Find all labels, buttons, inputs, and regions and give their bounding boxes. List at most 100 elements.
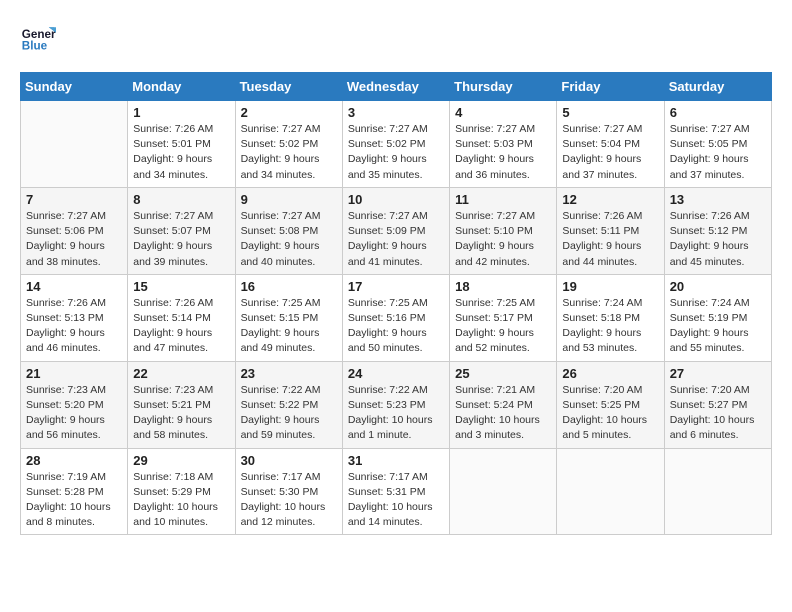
day-info: Sunrise: 7:22 AM Sunset: 5:23 PM Dayligh… <box>348 383 444 444</box>
day-info: Sunrise: 7:26 AM Sunset: 5:12 PM Dayligh… <box>670 209 766 270</box>
calendar-cell: 4 Sunrise: 7:27 AM Sunset: 5:03 PM Daylig… <box>450 101 557 188</box>
logo-icon: General Blue <box>20 20 56 56</box>
day-info: Sunrise: 7:27 AM Sunset: 5:02 PM Dayligh… <box>241 122 337 183</box>
day-number: 11 <box>455 192 551 207</box>
day-info: Sunrise: 7:27 AM Sunset: 5:08 PM Dayligh… <box>241 209 337 270</box>
day-info: Sunrise: 7:19 AM Sunset: 5:28 PM Dayligh… <box>26 470 122 531</box>
day-info: Sunrise: 7:27 AM Sunset: 5:05 PM Dayligh… <box>670 122 766 183</box>
day-info: Sunrise: 7:20 AM Sunset: 5:27 PM Dayligh… <box>670 383 766 444</box>
calendar-cell: 19 Sunrise: 7:24 AM Sunset: 5:18 PM Dayli… <box>557 274 664 361</box>
calendar-cell: 15 Sunrise: 7:26 AM Sunset: 5:14 PM Dayli… <box>128 274 235 361</box>
calendar-cell: 8 Sunrise: 7:27 AM Sunset: 5:07 PM Daylig… <box>128 187 235 274</box>
day-info: Sunrise: 7:27 AM Sunset: 5:07 PM Dayligh… <box>133 209 229 270</box>
calendar-cell: 7 Sunrise: 7:27 AM Sunset: 5:06 PM Daylig… <box>21 187 128 274</box>
calendar-cell: 1 Sunrise: 7:26 AM Sunset: 5:01 PM Daylig… <box>128 101 235 188</box>
day-number: 17 <box>348 279 444 294</box>
calendar-cell <box>450 448 557 535</box>
day-number: 25 <box>455 366 551 381</box>
col-header-friday: Friday <box>557 73 664 101</box>
day-info: Sunrise: 7:26 AM Sunset: 5:14 PM Dayligh… <box>133 296 229 357</box>
logo: General Blue <box>20 20 56 56</box>
calendar-cell: 12 Sunrise: 7:26 AM Sunset: 5:11 PM Dayli… <box>557 187 664 274</box>
calendar-cell <box>21 101 128 188</box>
svg-text:Blue: Blue <box>22 40 48 53</box>
day-number: 7 <box>26 192 122 207</box>
day-number: 8 <box>133 192 229 207</box>
day-number: 21 <box>26 366 122 381</box>
day-info: Sunrise: 7:24 AM Sunset: 5:19 PM Dayligh… <box>670 296 766 357</box>
calendar-cell: 23Sunrise: 7:22 AM Sunset: 5:22 PM Dayli… <box>235 361 342 448</box>
day-number: 31 <box>348 453 444 468</box>
day-number: 3 <box>348 105 444 120</box>
calendar-cell: 26 Sunrise: 7:20 AM Sunset: 5:25 PM Dayli… <box>557 361 664 448</box>
col-header-saturday: Saturday <box>664 73 771 101</box>
day-number: 30 <box>241 453 337 468</box>
day-info: Sunrise: 7:25 AM Sunset: 5:16 PM Dayligh… <box>348 296 444 357</box>
calendar-cell: 13Sunrise: 7:26 AM Sunset: 5:12 PM Dayli… <box>664 187 771 274</box>
calendar-cell: 22 Sunrise: 7:23 AM Sunset: 5:21 PM Dayli… <box>128 361 235 448</box>
day-number: 20 <box>670 279 766 294</box>
day-number: 22 <box>133 366 229 381</box>
day-number: 6 <box>670 105 766 120</box>
day-info: Sunrise: 7:26 AM Sunset: 5:11 PM Dayligh… <box>562 209 658 270</box>
day-number: 29 <box>133 453 229 468</box>
calendar-cell: 21 Sunrise: 7:23 AM Sunset: 5:20 PM Dayli… <box>21 361 128 448</box>
calendar-cell: 16Sunrise: 7:25 AM Sunset: 5:15 PM Dayli… <box>235 274 342 361</box>
col-header-tuesday: Tuesday <box>235 73 342 101</box>
day-number: 4 <box>455 105 551 120</box>
calendar-cell: 9 Sunrise: 7:27 AM Sunset: 5:08 PM Daylig… <box>235 187 342 274</box>
day-info: Sunrise: 7:25 AM Sunset: 5:17 PM Dayligh… <box>455 296 551 357</box>
day-info: Sunrise: 7:18 AM Sunset: 5:29 PM Dayligh… <box>133 470 229 531</box>
day-info: Sunrise: 7:22 AM Sunset: 5:22 PM Dayligh… <box>241 383 337 444</box>
page-header: General Blue <box>20 20 772 56</box>
day-number: 26 <box>562 366 658 381</box>
day-number: 1 <box>133 105 229 120</box>
day-info: Sunrise: 7:23 AM Sunset: 5:20 PM Dayligh… <box>26 383 122 444</box>
calendar-cell: 10 Sunrise: 7:27 AM Sunset: 5:09 PM Dayli… <box>342 187 449 274</box>
day-info: Sunrise: 7:27 AM Sunset: 5:03 PM Dayligh… <box>455 122 551 183</box>
col-header-monday: Monday <box>128 73 235 101</box>
day-number: 24 <box>348 366 444 381</box>
day-number: 10 <box>348 192 444 207</box>
day-info: Sunrise: 7:23 AM Sunset: 5:21 PM Dayligh… <box>133 383 229 444</box>
calendar-cell: 25Sunrise: 7:21 AM Sunset: 5:24 PM Dayli… <box>450 361 557 448</box>
day-info: Sunrise: 7:27 AM Sunset: 5:09 PM Dayligh… <box>348 209 444 270</box>
day-number: 15 <box>133 279 229 294</box>
day-info: Sunrise: 7:20 AM Sunset: 5:25 PM Dayligh… <box>562 383 658 444</box>
calendar-cell: 14 Sunrise: 7:26 AM Sunset: 5:13 PM Dayli… <box>21 274 128 361</box>
calendar-cell: 20 Sunrise: 7:24 AM Sunset: 5:19 PM Dayli… <box>664 274 771 361</box>
calendar-cell: 3 Sunrise: 7:27 AM Sunset: 5:02 PM Daylig… <box>342 101 449 188</box>
day-info: Sunrise: 7:26 AM Sunset: 5:01 PM Dayligh… <box>133 122 229 183</box>
day-number: 12 <box>562 192 658 207</box>
day-info: Sunrise: 7:24 AM Sunset: 5:18 PM Dayligh… <box>562 296 658 357</box>
calendar-cell: 31Sunrise: 7:17 AM Sunset: 5:31 PM Dayli… <box>342 448 449 535</box>
day-info: Sunrise: 7:27 AM Sunset: 5:10 PM Dayligh… <box>455 209 551 270</box>
calendar-cell: 28Sunrise: 7:19 AM Sunset: 5:28 PM Dayli… <box>21 448 128 535</box>
calendar-cell: 5 Sunrise: 7:27 AM Sunset: 5:04 PM Daylig… <box>557 101 664 188</box>
col-header-wednesday: Wednesday <box>342 73 449 101</box>
day-number: 18 <box>455 279 551 294</box>
col-header-sunday: Sunday <box>21 73 128 101</box>
day-number: 16 <box>241 279 337 294</box>
calendar-table: SundayMondayTuesdayWednesdayThursdayFrid… <box>20 72 772 535</box>
day-number: 27 <box>670 366 766 381</box>
calendar-cell: 29 Sunrise: 7:18 AM Sunset: 5:29 PM Dayli… <box>128 448 235 535</box>
day-info: Sunrise: 7:27 AM Sunset: 5:04 PM Dayligh… <box>562 122 658 183</box>
calendar-cell: 27 Sunrise: 7:20 AM Sunset: 5:27 PM Dayli… <box>664 361 771 448</box>
day-number: 2 <box>241 105 337 120</box>
calendar-cell: 6 Sunrise: 7:27 AM Sunset: 5:05 PM Daylig… <box>664 101 771 188</box>
calendar-cell <box>664 448 771 535</box>
calendar-cell: 30 Sunrise: 7:17 AM Sunset: 5:30 PM Dayli… <box>235 448 342 535</box>
calendar-cell: 17 Sunrise: 7:25 AM Sunset: 5:16 PM Dayli… <box>342 274 449 361</box>
day-number: 9 <box>241 192 337 207</box>
day-number: 14 <box>26 279 122 294</box>
day-number: 5 <box>562 105 658 120</box>
day-info: Sunrise: 7:27 AM Sunset: 5:06 PM Dayligh… <box>26 209 122 270</box>
day-info: Sunrise: 7:27 AM Sunset: 5:02 PM Dayligh… <box>348 122 444 183</box>
calendar-cell: 2 Sunrise: 7:27 AM Sunset: 5:02 PM Daylig… <box>235 101 342 188</box>
day-info: Sunrise: 7:17 AM Sunset: 5:30 PM Dayligh… <box>241 470 337 531</box>
day-number: 19 <box>562 279 658 294</box>
calendar-cell: 24 Sunrise: 7:22 AM Sunset: 5:23 PM Dayli… <box>342 361 449 448</box>
day-info: Sunrise: 7:26 AM Sunset: 5:13 PM Dayligh… <box>26 296 122 357</box>
calendar-cell <box>557 448 664 535</box>
